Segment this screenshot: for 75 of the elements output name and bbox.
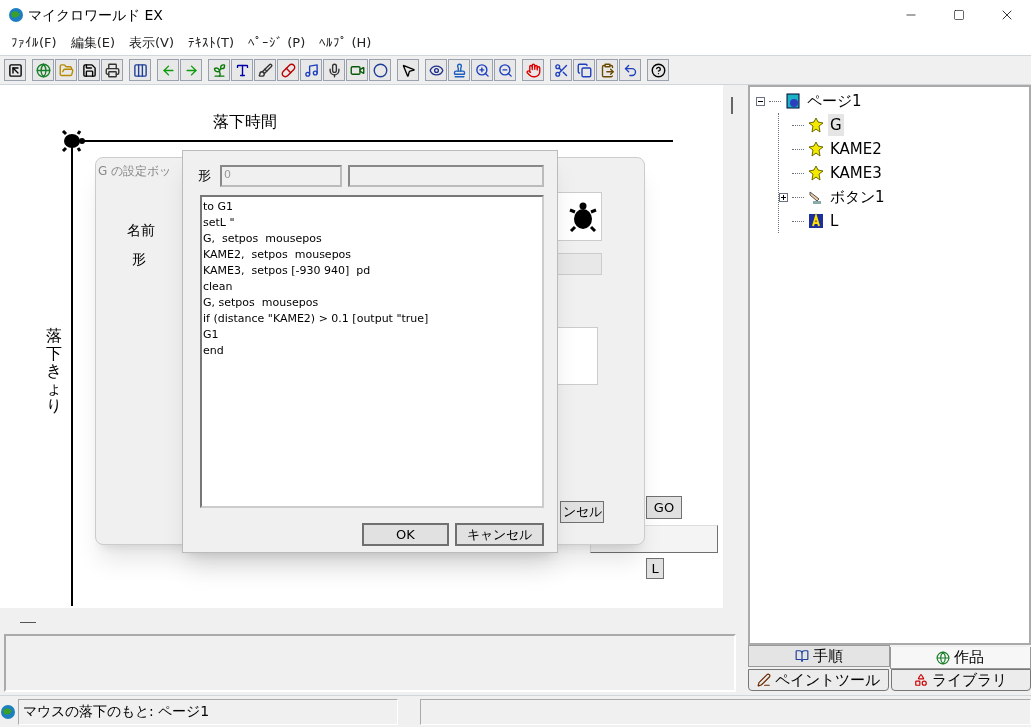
cancel-button[interactable]: ンセル — [560, 501, 604, 523]
menu-item[interactable]: ﾍﾟｰｼﾞ (P) — [241, 32, 313, 53]
dialog-title: G の設定ボッ — [98, 163, 172, 180]
code-editor[interactable]: to G1 setL " G, setpos mousepos KAME2, setpos mousepos KAME3, setpos [-930 940] pd clean G, setpos mousepos if (distance "KAME2) > 0.1 [output "true] G1 end — [200, 195, 544, 508]
save-icon[interactable] — [78, 59, 100, 81]
plus-icon — [780, 193, 787, 201]
text-icon[interactable] — [231, 59, 253, 81]
input-field[interactable] — [348, 165, 544, 187]
cursor-icon[interactable] — [397, 59, 419, 81]
globe-icon[interactable] — [32, 59, 54, 81]
menu-item[interactable]: 表示(V) — [122, 32, 182, 53]
paste-icon[interactable] — [596, 59, 618, 81]
menu-item[interactable]: ﾃｷｽﾄ(T) — [181, 32, 242, 53]
tree-item[interactable]: ボタン1 — [828, 185, 887, 209]
code-line: KAME3, setpos [-930 940] pd — [203, 263, 371, 279]
scissors-icon[interactable] — [550, 59, 572, 81]
scroll-thumb[interactable] — [730, 97, 733, 114]
page-icon — [785, 93, 801, 109]
tree-item[interactable]: L — [828, 209, 841, 233]
expand-toggle[interactable] — [779, 192, 788, 202]
dash-mark — [20, 621, 36, 623]
stamp-icon[interactable] — [448, 59, 470, 81]
microphone-icon[interactable] — [323, 59, 345, 81]
code-line: if (distance "KAME2) > 0.1 [output "true] — [203, 311, 429, 327]
menu-item[interactable]: 編集(E) — [63, 32, 122, 53]
tree-item[interactable]: KAME3 — [828, 161, 884, 185]
tab[interactable]: ライブラリ — [890, 669, 1031, 691]
code-line: clean — [203, 279, 233, 295]
axis-label: 落下きょり — [46, 327, 62, 415]
zoom-out-icon[interactable] — [494, 59, 516, 81]
axis-label: 落下時間 — [213, 111, 277, 133]
menu-item[interactable]: ﾌｧｲﾙ(F) — [4, 32, 64, 53]
code-line: G1 — [203, 327, 219, 343]
code-line: G, setpos mousepos — [203, 295, 319, 311]
tab[interactable]: ペイントツール — [748, 669, 889, 691]
code-line: G, setpos mousepos — [203, 231, 322, 247]
field-label: 形 — [198, 167, 211, 185]
code-line: end — [203, 343, 224, 359]
video-camera-icon[interactable] — [346, 59, 368, 81]
help-icon[interactable] — [647, 59, 669, 81]
collapse-toggle[interactable] — [756, 96, 765, 106]
shapes-icon — [914, 673, 929, 687]
tab[interactable]: 手順 — [748, 645, 890, 667]
maximize-icon — [953, 9, 965, 21]
code-line: KAME2, setpos mousepos — [203, 247, 352, 263]
stop-hand-icon[interactable] — [522, 59, 544, 81]
field-label: 名前 — [127, 221, 155, 240]
undo-icon[interactable] — [619, 59, 641, 81]
hand-icon — [808, 189, 824, 205]
cancel-button[interactable]: キャンセル — [455, 523, 544, 546]
tree-item[interactable]: ページ1 — [805, 89, 864, 113]
field-label: 形 — [132, 250, 146, 269]
status-text: マウスの落下のもと: ページ1 — [18, 698, 398, 725]
menu-item[interactable]: ﾍﾙﾌﾟ (H) — [312, 32, 379, 53]
code-line: setL " — [203, 215, 235, 231]
zoom-in-icon[interactable] — [471, 59, 493, 81]
window-title: マイクロワールド EX — [28, 5, 163, 25]
globe-icon — [936, 650, 951, 665]
music-icon[interactable] — [300, 59, 322, 81]
go-button[interactable]: GO — [646, 496, 682, 519]
tab[interactable]: 作品 — [889, 647, 1031, 669]
code-line: to G1 — [203, 199, 234, 215]
print-icon[interactable] — [101, 59, 123, 81]
text-icon — [808, 213, 824, 229]
copy-icon[interactable] — [573, 59, 595, 81]
tree-item[interactable]: G — [828, 113, 844, 137]
columns-icon[interactable] — [129, 59, 151, 81]
pointer-square-icon[interactable] — [4, 59, 26, 81]
eye-icon[interactable] — [425, 59, 447, 81]
globe-icon — [8, 7, 24, 23]
tree-item[interactable]: KAME2 — [828, 137, 884, 161]
book-icon — [794, 649, 809, 663]
l-button[interactable]: L — [646, 558, 664, 579]
ok-button[interactable]: OK — [362, 523, 449, 546]
globe-icon — [0, 703, 16, 720]
